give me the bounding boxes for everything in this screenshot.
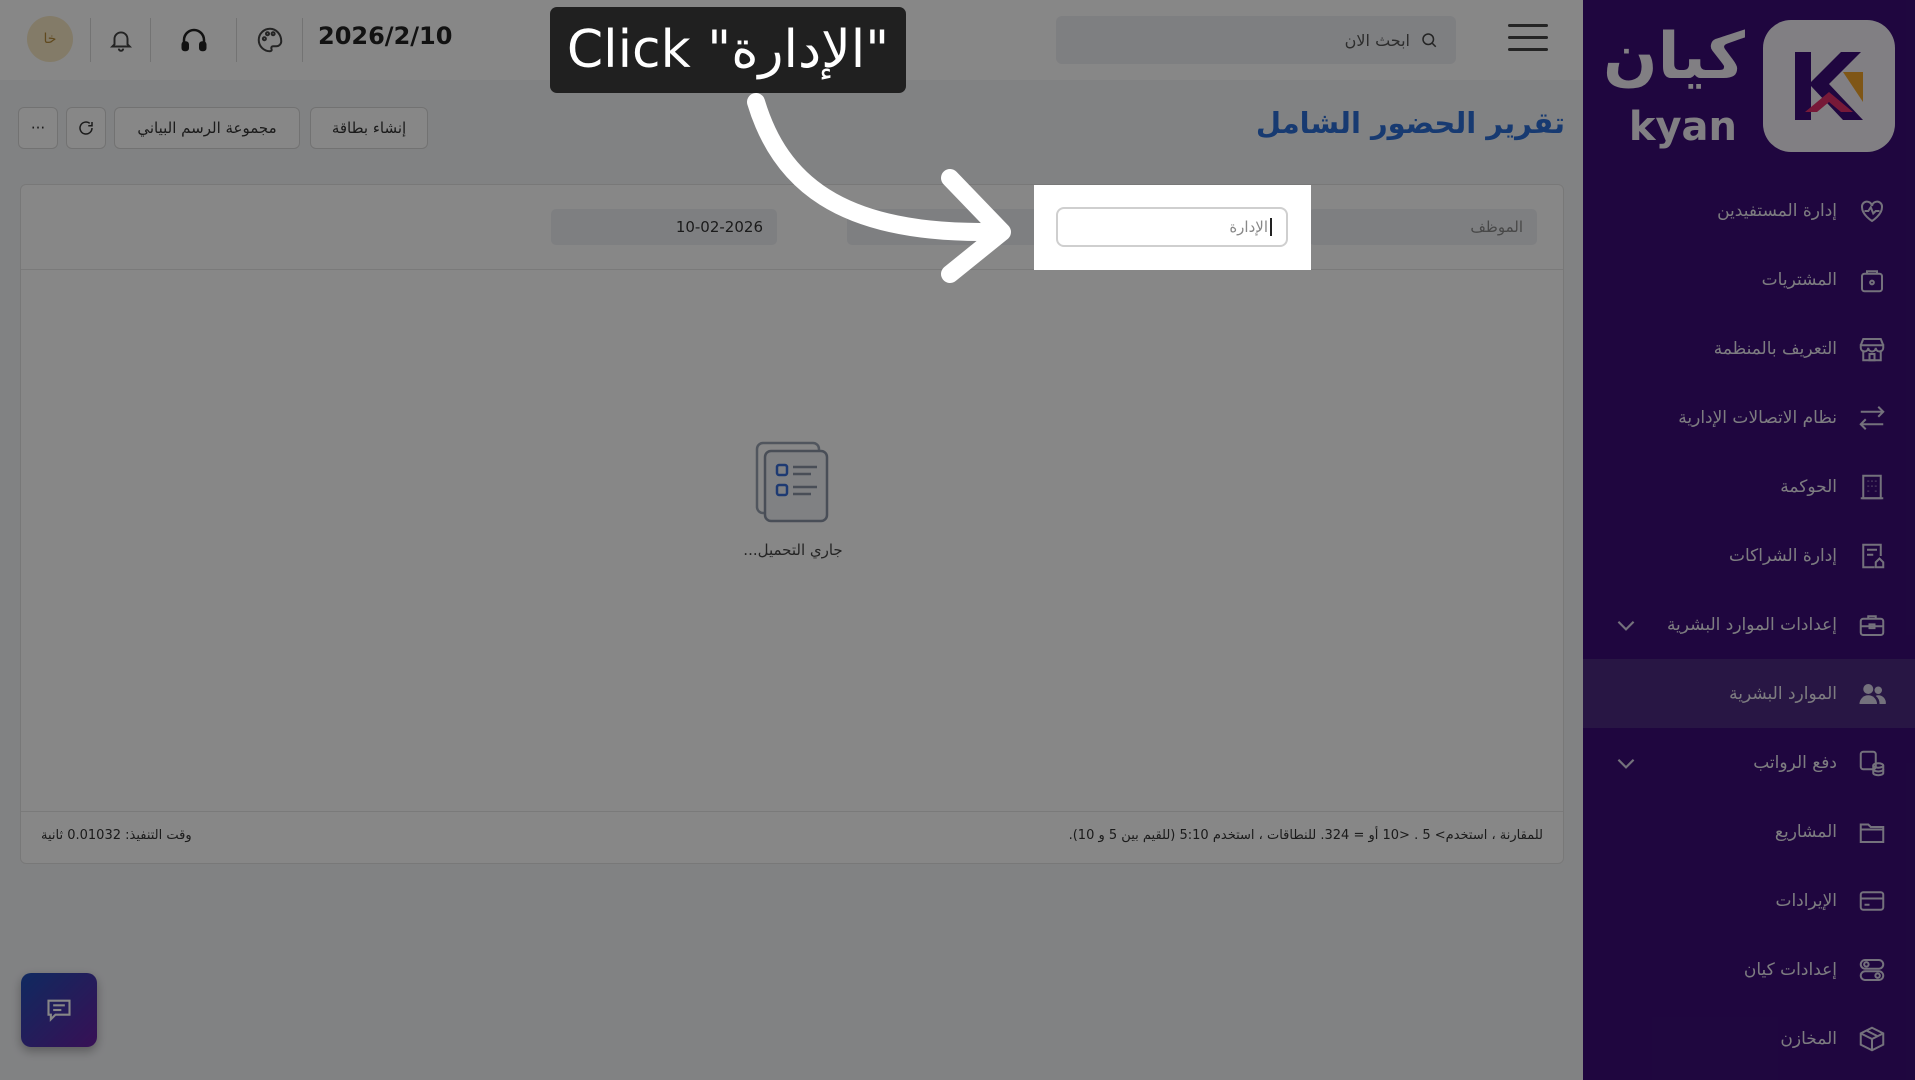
sidebar-item-label: المشاريع	[1774, 821, 1837, 842]
text-caret	[1270, 218, 1272, 236]
brand-name-en: kyan	[1628, 104, 1737, 150]
filter-help-text: للمقارنة ، استخدم> 5 . <10 أو = 324. للن…	[1068, 828, 1543, 843]
clipboard-list-icon	[755, 441, 829, 523]
coins-icon	[1855, 746, 1889, 780]
card-footer: للمقارنة ، استخدم> 5 . <10 أو = 324. للن…	[21, 811, 1563, 863]
report-card: الموظف 6 10-02-2026 جاري التحميل... للمق…	[20, 184, 1564, 864]
employee-filter[interactable]: الموظف	[1309, 209, 1537, 245]
global-search[interactable]	[1056, 16, 1456, 64]
tutorial-instruction: Click "الإدارة"	[550, 7, 906, 93]
sidebar-item-label: التعريف بالمنظمة	[1713, 338, 1837, 359]
sidebar-item-governance[interactable]: الحوكمة	[1583, 452, 1915, 521]
swap-arrows-icon	[1855, 401, 1889, 435]
department-filter-value: الإدارة	[1229, 218, 1268, 236]
chart-group-button[interactable]: مجموعة الرسم البياني	[114, 107, 300, 149]
sidebar-item-revenues[interactable]: الإيرادات	[1583, 866, 1915, 935]
sidebar-item-label: المخازن	[1780, 1028, 1837, 1049]
sidebar-item-label: الحوكمة	[1780, 476, 1837, 497]
chat-button[interactable]	[21, 973, 97, 1047]
building-icon	[1855, 470, 1889, 504]
divider	[236, 18, 237, 62]
sidebar-item-payroll[interactable]: دفع الرواتب	[1583, 728, 1915, 797]
department-filter[interactable]: الإدارة	[1056, 207, 1288, 247]
divider	[302, 18, 303, 62]
chevron-down-icon[interactable]	[1613, 612, 1639, 638]
brand-logo[interactable]: كيان kyan	[1603, 20, 1895, 155]
divider	[90, 18, 91, 62]
sidebar-item-label: إدارة الشراكات	[1729, 545, 1837, 566]
palette-icon[interactable]	[250, 20, 290, 60]
box-icon	[1855, 1022, 1889, 1056]
page-title: تقرير الحضور الشامل	[1255, 106, 1565, 140]
brand-name-ar: كيان	[1603, 20, 1745, 94]
users-icon	[1855, 677, 1889, 711]
heart-pulse-icon	[1855, 194, 1889, 228]
sidebar-item-communications[interactable]: نظام الاتصالات الإدارية	[1583, 383, 1915, 452]
refresh-icon	[79, 121, 93, 135]
sidebar-item-label: نظام الاتصالات الإدارية	[1678, 407, 1837, 428]
search-icon	[1422, 33, 1437, 48]
sidebar-item-hr-settings[interactable]: إعدادات الموارد البشرية	[1583, 590, 1915, 659]
sidebar-item-warehouses[interactable]: المخازن	[1583, 1004, 1915, 1073]
divider	[150, 18, 151, 62]
sidebar-item-partnerships[interactable]: إدارة الشراكات	[1583, 521, 1915, 590]
sidebar-item-hr[interactable]: الموارد البشرية	[1583, 659, 1915, 728]
avatar[interactable]: خا	[27, 16, 73, 62]
filter-row: الموظف 6 10-02-2026	[21, 185, 1563, 270]
store-icon	[1855, 332, 1889, 366]
toggle-settings-icon	[1855, 953, 1889, 987]
sidebar-item-beneficiaries[interactable]: إدارة المستفيدين	[1583, 176, 1915, 245]
loading-text: جاري التحميل...	[743, 541, 843, 559]
shopping-bag-icon	[1855, 263, 1889, 297]
briefcase-icon	[1855, 608, 1889, 642]
sidebar-nav: إدارة المستفيدين المشتريات التعريف بالمن…	[1583, 176, 1915, 1073]
chat-icon	[47, 999, 71, 1022]
more-options-button[interactable]: ···	[18, 107, 58, 149]
execution-time: وقت التنفيذ: 0.01032 ثانية	[41, 828, 192, 843]
bell-icon[interactable]	[101, 20, 141, 60]
search-input[interactable]	[1110, 30, 1410, 50]
chevron-down-icon[interactable]	[1613, 750, 1639, 776]
sidebar-item-label: إدارة المستفيدين	[1717, 200, 1837, 221]
sidebar-item-label: دفع الرواتب	[1753, 752, 1837, 773]
folder-icon	[1855, 815, 1889, 849]
sidebar-item-label: الموارد البشرية	[1729, 683, 1837, 704]
menu-toggle-icon[interactable]	[1508, 24, 1548, 54]
create-card-button[interactable]: إنشاء بطاقة	[310, 107, 428, 149]
sidebar-item-label: الإيرادات	[1775, 890, 1837, 911]
current-date: 2026/2/10	[318, 22, 453, 50]
refresh-button[interactable]	[66, 107, 106, 149]
sidebar: كيان kyan إدارة المستفيدين المشتريات الت…	[1583, 0, 1915, 1080]
sidebar-item-label: إعدادات الموارد البشرية	[1666, 614, 1837, 635]
sidebar-item-purchases[interactable]: المشتريات	[1583, 245, 1915, 314]
credit-card-icon	[1855, 884, 1889, 918]
tutorial-spotlight: الإدارة	[1034, 185, 1311, 270]
sidebar-item-kyan-settings[interactable]: إعدادات كيان	[1583, 935, 1915, 1004]
headset-icon[interactable]	[174, 20, 214, 60]
sidebar-item-organization[interactable]: التعريف بالمنظمة	[1583, 314, 1915, 383]
logo-mark	[1763, 20, 1895, 152]
to-date-filter[interactable]: 10-02-2026	[551, 209, 777, 245]
document-home-icon	[1855, 539, 1889, 573]
sidebar-item-label: إعدادات كيان	[1743, 959, 1837, 980]
sidebar-item-label: المشتريات	[1761, 269, 1837, 290]
sidebar-item-projects[interactable]: المشاريع	[1583, 797, 1915, 866]
